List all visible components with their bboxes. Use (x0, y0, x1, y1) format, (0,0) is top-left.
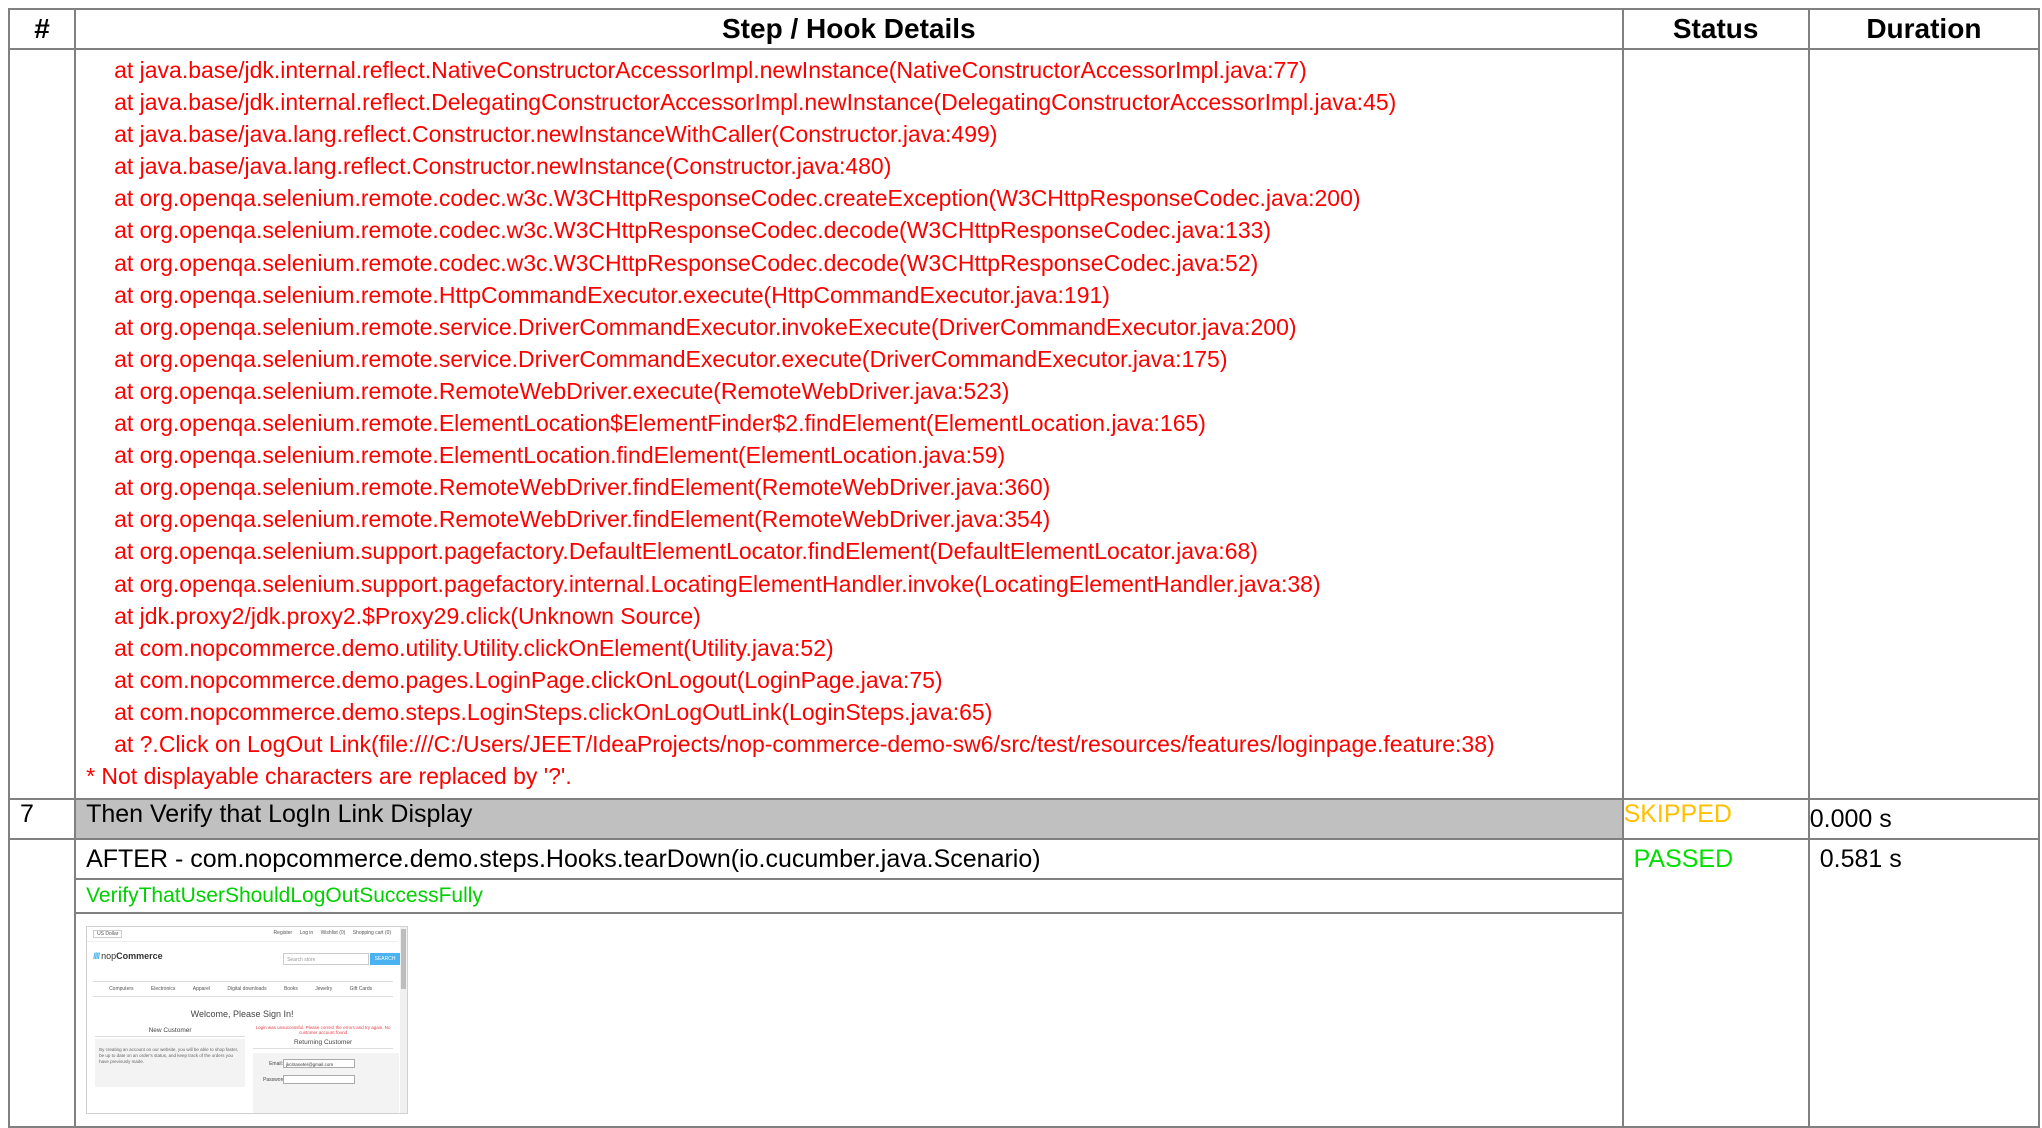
stacktrace-frame: at org.openqa.selenium.remote.codec.w3c.… (114, 217, 1272, 244)
stacktrace-frame: at org.openqa.selenium.remote.HttpComman… (114, 281, 1110, 308)
stacktrace-frame: at java.base/jdk.internal.reflect.Native… (114, 57, 1307, 83)
stacktrace-frame: at org.openqa.selenium.remote.service.Dr… (114, 345, 1228, 372)
stacktrace: at java.base/jdk.internal.reflect.Native… (76, 50, 1622, 798)
shot-returning-customer-title: Returning Customer (253, 1039, 394, 1050)
stacktrace-note: * Not displayable characters are replace… (86, 763, 572, 790)
stacktrace-frame: at org.openqa.selenium.remote.RemoteWebD… (114, 377, 1010, 404)
header-row: # Step / Hook Details Status Duration (7, 8, 2041, 50)
shot-menu-item: Computers (109, 986, 134, 993)
hook-duration-cell: 0.581 s (1807, 838, 2041, 1128)
step-duration: 0.000 s (1807, 798, 2041, 841)
shot-email-field: jkcitraneter@gmail.com (283, 1059, 356, 1069)
stacktrace-frame: at com.nopcommerce.demo.pages.LoginPage.… (114, 666, 943, 693)
step-status-skipped: SKIPPED (1621, 798, 1810, 841)
shot-login-error: Login was unsuccessful. Please correct t… (255, 1025, 391, 1036)
shot-login-form: Email: jkcitraneter@gmail.com Password: (253, 1053, 400, 1114)
shot-scrollbar (400, 927, 408, 1114)
stacktrace-frame: at com.nopcommerce.demo.utility.Utility.… (114, 634, 834, 661)
stacktrace-frame: at jdk.proxy2/jdk.proxy2.$Proxy29.click(… (114, 602, 701, 629)
shot-email-label: Email: (269, 1061, 283, 1068)
stacktrace-frame: at org.openqa.selenium.remote.ElementLoc… (114, 410, 1206, 437)
shot-logo-icon: //// (93, 951, 100, 962)
shot-wishlist-link: Wishlist (0) (320, 930, 346, 937)
stacktrace-frame: at org.openqa.selenium.remote.codec.w3c.… (114, 185, 1361, 212)
hook-status-passed: PASSED (1633, 845, 1734, 874)
stacktrace-frame: at org.openqa.selenium.remote.ElementLoc… (114, 442, 1006, 469)
shot-new-customer-title: New Customer (95, 1027, 246, 1038)
shot-register-link: Register (273, 930, 293, 937)
shot-menu-item: Books (283, 986, 298, 993)
hook-row: AFTER - com.nopcommerce.demo.steps.Hooks… (7, 838, 2041, 1128)
stacktrace-frame: at org.openqa.selenium.support.pagefacto… (114, 570, 1321, 597)
step-row-7: 7 Then Verify that LogIn Link Display SK… (7, 798, 2041, 841)
shot-menu-item: Jewelry (315, 986, 333, 993)
hook-scenario-name: VerifyThatUserShouldLogOutSuccessFully (76, 880, 1622, 915)
shot-topbar: US Dollar Register Log in Wishlist (0) S… (87, 927, 398, 943)
stacktrace-number-cell (7, 47, 77, 801)
stacktrace-frame: at ?.Click on LogOut Link(file:///C:/Use… (114, 730, 1495, 757)
shot-new-customer-text: By creating an account on our website, y… (95, 1039, 246, 1088)
stacktrace-frame: at org.openqa.selenium.remote.RemoteWebD… (114, 506, 1051, 533)
shot-cart-link: Shopping cart (0) (352, 930, 392, 937)
hook-duration: 0.581 s (1819, 845, 1902, 874)
shot-logo: ////nopCommerce (93, 951, 163, 961)
hook-screenshot-container: US Dollar Register Log in Wishlist (0) S… (76, 914, 1622, 1126)
shot-welcome-title: Welcome, Please Sign In! (190, 1009, 294, 1020)
shot-search-input: Search store (283, 953, 370, 966)
shot-top-links: Register Log in Wishlist (0) Shopping ca… (268, 930, 392, 936)
stacktrace-frame: at java.base/jdk.internal.reflect.Delega… (114, 89, 1397, 116)
header-duration: Duration (1807, 8, 2041, 50)
shot-password-field (283, 1075, 356, 1085)
shot-logo-suffix: Commerce (116, 951, 163, 962)
shot-logo-prefix: nop (101, 951, 117, 962)
step-number: 7 (7, 798, 77, 841)
shot-login-link: Log in (299, 930, 314, 937)
stacktrace-frame: at org.openqa.selenium.remote.RemoteWebD… (114, 474, 1051, 501)
hook-details-cell: AFTER - com.nopcommerce.demo.steps.Hooks… (74, 838, 1624, 1128)
report-table: # Step / Hook Details Status Duration at… (7, 8, 2041, 1128)
shot-currency-select: US Dollar (93, 930, 123, 939)
stacktrace-frame: at java.base/java.lang.reflect.Construct… (114, 121, 998, 148)
hook-title: AFTER - com.nopcommerce.demo.steps.Hooks… (76, 840, 1622, 881)
header-status: Status (1621, 8, 1810, 50)
shot-menu-item: Electronics (150, 986, 176, 993)
step-text: Then Verify that LogIn Link Display (74, 798, 1624, 841)
shot-menu-item: Digital downloads (227, 986, 267, 993)
shot-category-menu: Computers Electronics Apparel Digital do… (93, 981, 394, 998)
stacktrace-status-cell (1621, 47, 1810, 801)
shot-scrollbar-thumb (401, 929, 407, 990)
stacktrace-frame: at java.base/java.lang.reflect.Construct… (114, 153, 892, 180)
stacktrace-frame: at org.openqa.selenium.remote.codec.w3c.… (114, 249, 1259, 276)
stacktrace-cell: at java.base/jdk.internal.reflect.Native… (74, 47, 1624, 801)
stacktrace-duration-cell (1807, 47, 2041, 801)
shot-menu-item: Gift Cards (349, 986, 373, 993)
header-number: # (7, 8, 77, 50)
shot-menu-item: Apparel (192, 986, 210, 993)
stacktrace-frame: at org.openqa.selenium.support.pagefacto… (114, 538, 1258, 565)
embedded-screenshot[interactable]: US Dollar Register Log in Wishlist (0) S… (86, 926, 409, 1115)
shot-search-button: SEARCH (370, 953, 401, 966)
stacktrace-frame: at com.nopcommerce.demo.steps.LoginSteps… (114, 698, 993, 725)
hook-status-cell: PASSED (1621, 838, 1810, 1128)
hook-number-cell (7, 838, 77, 1128)
header-step-details: Step / Hook Details (74, 8, 1624, 50)
stacktrace-row: at java.base/jdk.internal.reflect.Native… (7, 47, 2041, 801)
stacktrace-frame: at org.openqa.selenium.remote.service.Dr… (114, 313, 1297, 340)
